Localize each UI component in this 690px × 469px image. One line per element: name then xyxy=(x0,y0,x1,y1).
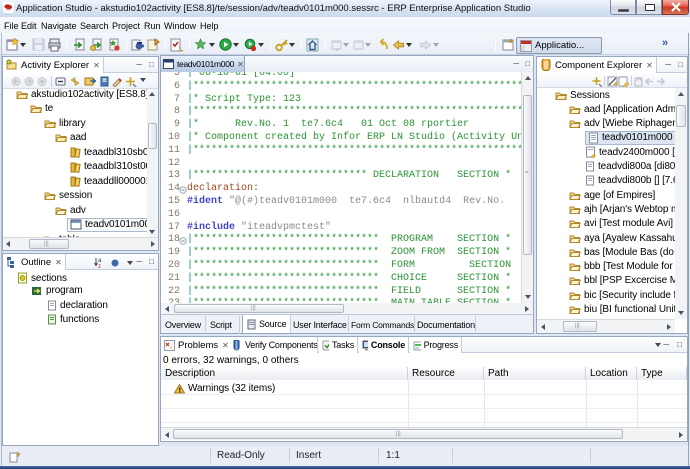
svg-text:z: z xyxy=(98,264,101,268)
